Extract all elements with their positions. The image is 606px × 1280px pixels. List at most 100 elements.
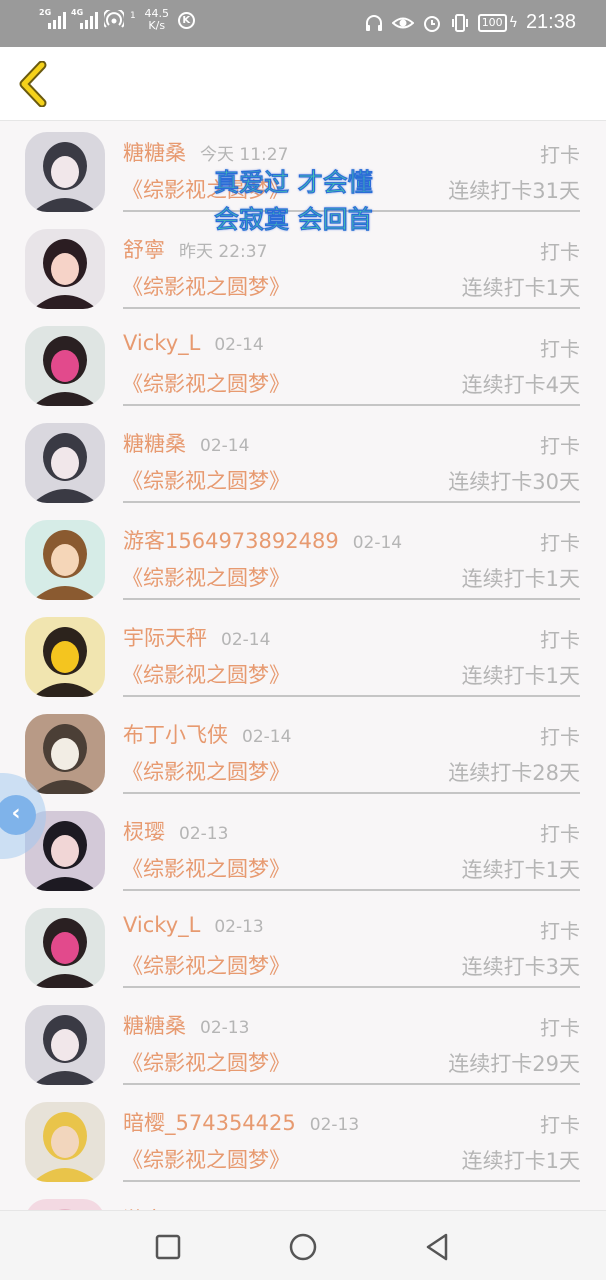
book-title[interactable]: 《综影视之圆梦》 [122, 1144, 290, 1174]
row-divider [123, 986, 580, 988]
user-name-text: 糖糖桑 [123, 432, 186, 456]
checkin-label: 打卡 [540, 628, 580, 652]
checkin-time: 02-13 [214, 917, 264, 937]
user-name[interactable]: 暗樱_574354425 02-13 [123, 1107, 359, 1137]
book-title[interactable]: 《综影视之圆梦》 [122, 756, 290, 786]
book-title[interactable]: 《综影视之圆梦》 [122, 659, 290, 689]
list-item[interactable]: 布丁小飞侠 02-14 打卡 《综影视之圆梦》 连续打卡28天 [0, 704, 606, 801]
avatar[interactable] [25, 326, 105, 406]
row-divider [123, 598, 580, 600]
checkin-time: 02-14 [352, 533, 403, 553]
streak-count: 连续打卡1天 [461, 1149, 580, 1173]
streak-count: 连续打卡30天 [448, 470, 580, 494]
user-name[interactable]: 舒寧 昨天 22:37 [123, 234, 267, 264]
checkin-time: 02-14 [221, 630, 271, 650]
avatar[interactable] [25, 423, 105, 503]
streak-count: 连续打卡31天 [448, 179, 580, 203]
user-name-text: Vicky_L [123, 913, 201, 937]
checkin-time: 02-13 [309, 1115, 360, 1135]
eye-icon [391, 17, 414, 28]
book-title[interactable]: 《综影视之圆梦》 [122, 562, 290, 592]
avatar[interactable] [25, 1005, 105, 1085]
user-name[interactable]: 棂璎 02-13 [123, 816, 228, 846]
streak-count: 连续打卡1天 [461, 858, 580, 882]
lyrics-line-2: 会寂寞 会回首 [214, 205, 373, 234]
checkin-time: 02-13 [200, 1018, 250, 1038]
avatar[interactable] [25, 714, 105, 794]
row-divider [123, 695, 580, 697]
clock: 21:38 [525, 11, 576, 33]
lyrics-overlay: 真爱过 才会懂 会寂寞 会回首 [214, 164, 373, 238]
row-divider [123, 792, 580, 794]
back-triangle-icon[interactable] [422, 1231, 454, 1263]
row-divider [123, 501, 580, 503]
checkin-label: 打卡 [540, 531, 580, 555]
list-item[interactable]: 棂璎 02-13 打卡《综影视之圆梦》 连续打卡1天 [0, 801, 606, 898]
list-item[interactable]: 宇际天秤 02-14 打卡《综影视之圆梦》 连续打卡1天 [0, 607, 606, 704]
user-name[interactable]: 糖糖桑 今天 11:27 [123, 137, 288, 167]
checkin-label: 打卡 [540, 337, 580, 361]
avatar[interactable] [25, 1102, 105, 1182]
streak-count: 连续打卡4天 [461, 373, 580, 397]
user-name[interactable]: 糖糖桑 02-14 [123, 428, 249, 458]
vibrate-icon [451, 13, 468, 32]
book-title[interactable]: 《综影视之圆梦》 [122, 853, 290, 883]
user-name-text: Vicky_L [123, 331, 201, 355]
row-divider [123, 307, 580, 309]
book-title[interactable]: 《综影视之圆梦》 [122, 368, 290, 398]
recents-square-icon[interactable] [152, 1231, 184, 1263]
back-button[interactable] [14, 60, 54, 108]
checkin-label: 打卡 [540, 822, 580, 846]
avatar[interactable] [25, 132, 105, 212]
book-title[interactable]: 《综影视之圆梦》 [122, 271, 290, 301]
charging-icon: ϟ [508, 14, 518, 31]
list-item[interactable]: 糖糖桑 02-14 打卡 《综影视之圆梦》 连续打卡30天 [0, 413, 606, 510]
user-name[interactable]: Vicky_L 02-13 [123, 913, 264, 937]
user-name[interactable]: 糖糖桑 02-13 [123, 1010, 249, 1040]
user-name-text: 游客1564973892489 [123, 529, 339, 553]
list-item[interactable]: Vicky_L 02-14 打卡《综影视之圆梦》 连续打卡4天 [0, 316, 606, 413]
network-type-label: 2G [39, 8, 52, 17]
avatar[interactable] [25, 520, 105, 600]
user-name-text: 暗樱_574354425 [123, 1111, 296, 1135]
status-bar: 2G 4G 1 44.5 K/s K 100 ϟ 21:38 [0, 0, 606, 47]
speed-prefix: 1 [130, 11, 136, 21]
checkin-time: 02-13 [179, 824, 229, 844]
streak-count: 连续打卡1天 [461, 664, 580, 688]
user-name[interactable]: 布丁小飞侠 02-14 [123, 719, 291, 749]
lyrics-line-1: 真爱过 才会懂 [214, 168, 373, 197]
signal-icon: 2G [39, 8, 66, 29]
streak-count: 连续打卡3天 [461, 955, 580, 979]
home-circle-icon[interactable] [287, 1231, 319, 1263]
checkin-time: 02-14 [200, 436, 250, 456]
book-title[interactable]: 《综影视之圆梦》 [122, 950, 290, 980]
user-name-text: 糖糖桑 [123, 1014, 186, 1038]
chevron-left-icon: ‹ [0, 795, 36, 835]
avatar[interactable] [25, 229, 105, 309]
list-item[interactable]: Vicky_L 02-13 打卡 《综影视之圆梦》 连续打卡3天 [0, 898, 606, 995]
avatar[interactable] [25, 1199, 105, 1210]
book-title[interactable]: 《综影视之圆梦》 [122, 465, 290, 495]
book-title[interactable]: 《综影视之圆梦》 [122, 1047, 290, 1077]
user-name[interactable]: 游客1564973892489 02-14 [123, 525, 402, 555]
avatar[interactable] [25, 617, 105, 697]
alarm-icon [423, 15, 440, 32]
system-nav-bar [0, 1210, 606, 1280]
list-item[interactable]: 糖糖桑 02-13 打卡《综影视之圆梦》 连续打卡29天 [0, 995, 606, 1092]
list-item[interactable]: 暗樱_574354425 02-13 打卡 《综影视之圆梦》 连续打卡1天 [0, 1092, 606, 1189]
checkin-time: 02-14 [214, 335, 264, 355]
row-divider [123, 889, 580, 891]
user-name[interactable]: Vicky_L 02-14 [123, 331, 264, 355]
checkin-time: 昨天 22:37 [179, 242, 268, 262]
streak-count: 连续打卡1天 [461, 567, 580, 591]
battery-icon: 100 [477, 13, 507, 32]
network-speed: 44.5 K/s [142, 8, 172, 32]
user-name-text: 棂璎 [123, 820, 165, 844]
list-item[interactable]: 游客158705706251502-13打卡 [0, 1189, 606, 1210]
streak-count: 连续打卡29天 [448, 1052, 580, 1076]
user-name[interactable]: 宇际天秤 02-14 [123, 622, 270, 652]
checkin-label: 打卡 [540, 1016, 580, 1040]
avatar[interactable] [25, 908, 105, 988]
list-item[interactable]: 游客1564973892489 02-14 打卡《综影视之圆梦》 连续打卡1天 [0, 510, 606, 607]
streak-count: 连续打卡1天 [461, 276, 580, 300]
